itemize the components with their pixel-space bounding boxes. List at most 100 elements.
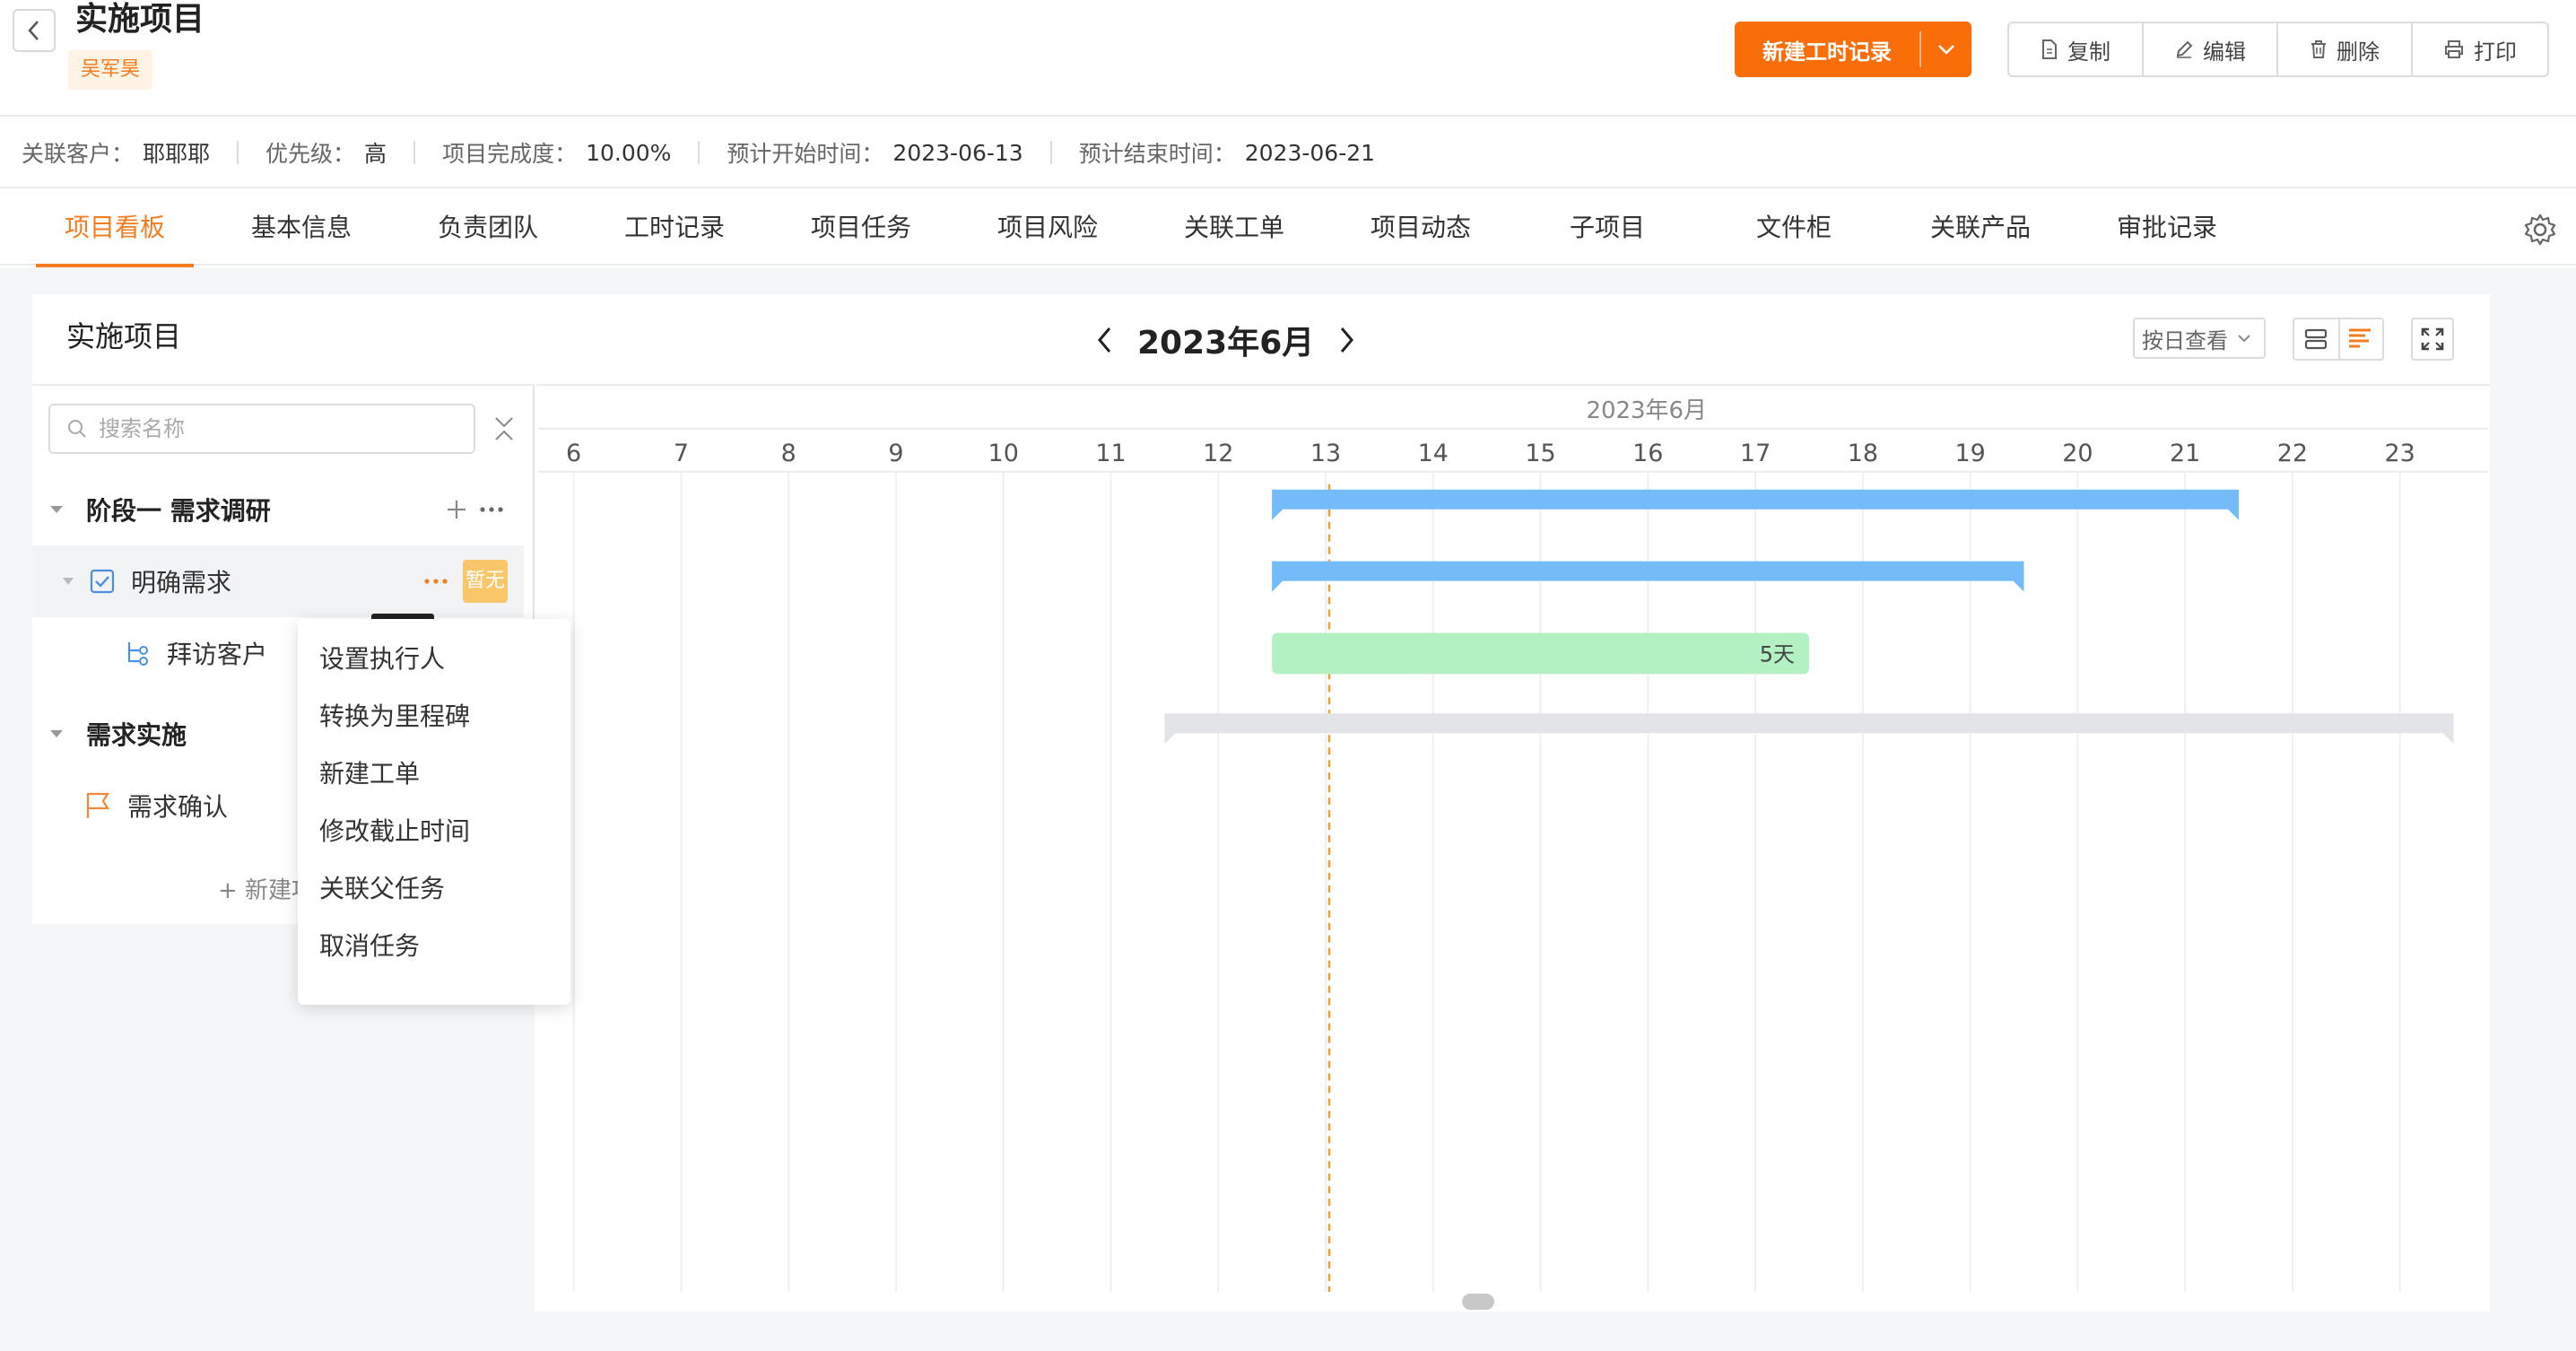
printer-icon — [2445, 40, 2463, 58]
flag-icon — [86, 792, 109, 818]
plus-icon[interactable] — [445, 498, 468, 521]
meta-priority: 优先级：高 — [265, 141, 387, 167]
task-context-menu: 设置执行人 转换为里程碑 新建工单 修改截止时间 关联父任务 取消任务 — [298, 619, 570, 1005]
edit-label: 编辑 — [2203, 39, 2246, 65]
tab-activity[interactable]: 项目动态 — [1342, 190, 1500, 266]
meta-progress: 项目完成度： 10.00% — [442, 139, 672, 168]
view-mode-select[interactable]: 按日查看 — [2133, 318, 2266, 359]
tree-row-task[interactable]: 明确需求 暂无 — [32, 545, 524, 624]
gantt-day-label: 6 — [566, 440, 581, 467]
pencil-icon — [2176, 40, 2193, 58]
chevron-right-icon[interactable] — [1336, 325, 1357, 355]
search-input[interactable] — [99, 416, 457, 441]
tree-row-stage[interactable]: 阶段一 需求调研 — [32, 474, 524, 545]
more-icon[interactable] — [423, 578, 448, 585]
tab-products[interactable]: 关联产品 — [1902, 190, 2059, 266]
owner-tag: 吴军昊 — [68, 50, 153, 90]
gear-icon[interactable] — [2522, 212, 2558, 248]
gantt-day-label: 14 — [1418, 440, 1449, 467]
copy-label: 复制 — [2067, 39, 2110, 65]
menu-cancel-task[interactable]: 取消任务 — [298, 929, 570, 987]
tab-team[interactable]: 负责团队 — [409, 190, 567, 266]
list-view-toggle[interactable] — [2294, 319, 2338, 359]
chevron-left-icon — [28, 21, 39, 40]
board-title: 实施项目 — [66, 319, 182, 353]
gantt-duration-label: 5天 — [1760, 641, 1795, 667]
menu-link-parent[interactable]: 关联父任务 — [298, 872, 570, 929]
document-icon — [2042, 39, 2057, 59]
tab-bar: 项目看板 基本信息 负责团队 工时记录 项目任务 项目风险 关联工单 项目动态 … — [0, 190, 2576, 267]
new-timesheet-button[interactable]: 新建工时记录 — [1735, 22, 1971, 77]
gantt-month-label: 2023年6月 — [1587, 397, 1707, 424]
meta-start-date: 预计开始时间： 2023-06-13 — [727, 139, 1023, 168]
gantt-day-label: 11 — [1095, 440, 1126, 467]
meta-customer: 关联客户： 耶耶耶 — [22, 141, 211, 167]
meta-divider — [1049, 141, 1052, 164]
menu-new-ticket[interactable]: 新建工单 — [298, 757, 570, 815]
gantt-icon — [2349, 328, 2371, 348]
new-timesheet-dropdown[interactable] — [1921, 43, 1971, 56]
gantt-chart: 2023年6月 6 7 8 9 10 11 12 13 14 15 16 17 18 19 20 21 22 23 5… — [536, 384, 2490, 1311]
rows-icon — [2305, 328, 2328, 350]
tab-tasks[interactable]: 项目任务 — [782, 190, 940, 266]
copy-button[interactable]: 复制 — [2009, 23, 2144, 75]
edit-button[interactable]: 编辑 — [2144, 23, 2278, 75]
chevron-down-icon — [2238, 335, 2250, 343]
gantt-day-label: 9 — [888, 440, 903, 467]
gantt-day-label: 21 — [2170, 440, 2200, 467]
horizontal-scrollbar-thumb[interactable] — [1462, 1294, 1495, 1311]
trash-icon — [2311, 40, 2326, 58]
caret-down-icon[interactable] — [48, 728, 65, 739]
tab-subprojects[interactable]: 子项目 — [1528, 190, 1686, 266]
action-button-group: 复制 编辑 删除 打印 — [2007, 22, 2549, 77]
meta-end-date: 预计结束时间： 2023-06-21 — [1078, 139, 1376, 168]
delete-label: 删除 — [2337, 39, 2380, 65]
chevron-left-icon[interactable] — [1094, 325, 1116, 355]
tab-files[interactable]: 文件柜 — [1715, 190, 1873, 266]
meta-divider — [698, 141, 701, 164]
menu-set-assignee[interactable]: 设置执行人 — [298, 642, 570, 700]
fullscreen-button[interactable] — [2411, 318, 2454, 361]
tab-approvals[interactable]: 审批记录 — [2088, 190, 2246, 266]
layout-toggle — [2293, 318, 2384, 361]
tab-timesheets[interactable]: 工时记录 — [596, 190, 753, 266]
gantt-day-label: 18 — [1848, 440, 1878, 467]
gantt-stage-bar[interactable] — [1164, 713, 2454, 745]
search-box — [48, 404, 475, 454]
gantt-task-bar[interactable] — [1272, 632, 1809, 675]
tab-project-board[interactable]: 项目看板 — [36, 190, 194, 267]
caret-down-icon[interactable] — [61, 577, 75, 586]
gantt-day-label: 16 — [1632, 440, 1663, 467]
tree-task-label: 明确需求 — [131, 568, 232, 597]
search-icon — [68, 420, 86, 438]
caret-down-icon[interactable] — [48, 504, 65, 515]
tab-basic-info[interactable]: 基本信息 — [222, 190, 380, 266]
gantt-day-label: 7 — [674, 440, 689, 467]
menu-convert-milestone[interactable]: 转换为里程碑 — [298, 700, 570, 757]
new-timesheet-label: 新建工时记录 — [1762, 39, 1892, 65]
gantt-day-label: 19 — [1954, 440, 1985, 467]
tab-tickets[interactable]: 关联工单 — [1155, 190, 1313, 266]
tree-milestone-label: 需求确认 — [127, 792, 229, 822]
back-button[interactable] — [13, 9, 56, 52]
checkbox-icon[interactable] — [90, 569, 115, 594]
gantt-day-label: 20 — [2062, 440, 2093, 467]
chevron-down-icon — [1938, 45, 1954, 55]
gantt-day-label: 10 — [988, 440, 1019, 467]
tree-stage-label: 需求实施 — [86, 720, 187, 750]
more-icon[interactable] — [479, 506, 504, 513]
delete-button[interactable]: 删除 — [2278, 23, 2413, 75]
tab-risks[interactable]: 项目风险 — [969, 190, 1127, 266]
print-button[interactable]: 打印 — [2413, 23, 2547, 75]
meta-divider — [237, 141, 239, 164]
subtask-icon — [127, 642, 148, 666]
menu-change-deadline[interactable]: 修改截止时间 — [298, 815, 570, 872]
gantt-day-label: 12 — [1203, 440, 1233, 467]
gantt-view-toggle[interactable] — [2337, 319, 2382, 359]
assignee-badge: 暂无 — [463, 560, 508, 603]
gantt-day-label: 22 — [2277, 440, 2308, 467]
gantt-day-label: 8 — [781, 440, 796, 467]
collapse-icon[interactable] — [492, 413, 517, 445]
gantt-day-label: 23 — [2385, 440, 2415, 467]
page-title: 实施项目 — [75, 1, 205, 38]
